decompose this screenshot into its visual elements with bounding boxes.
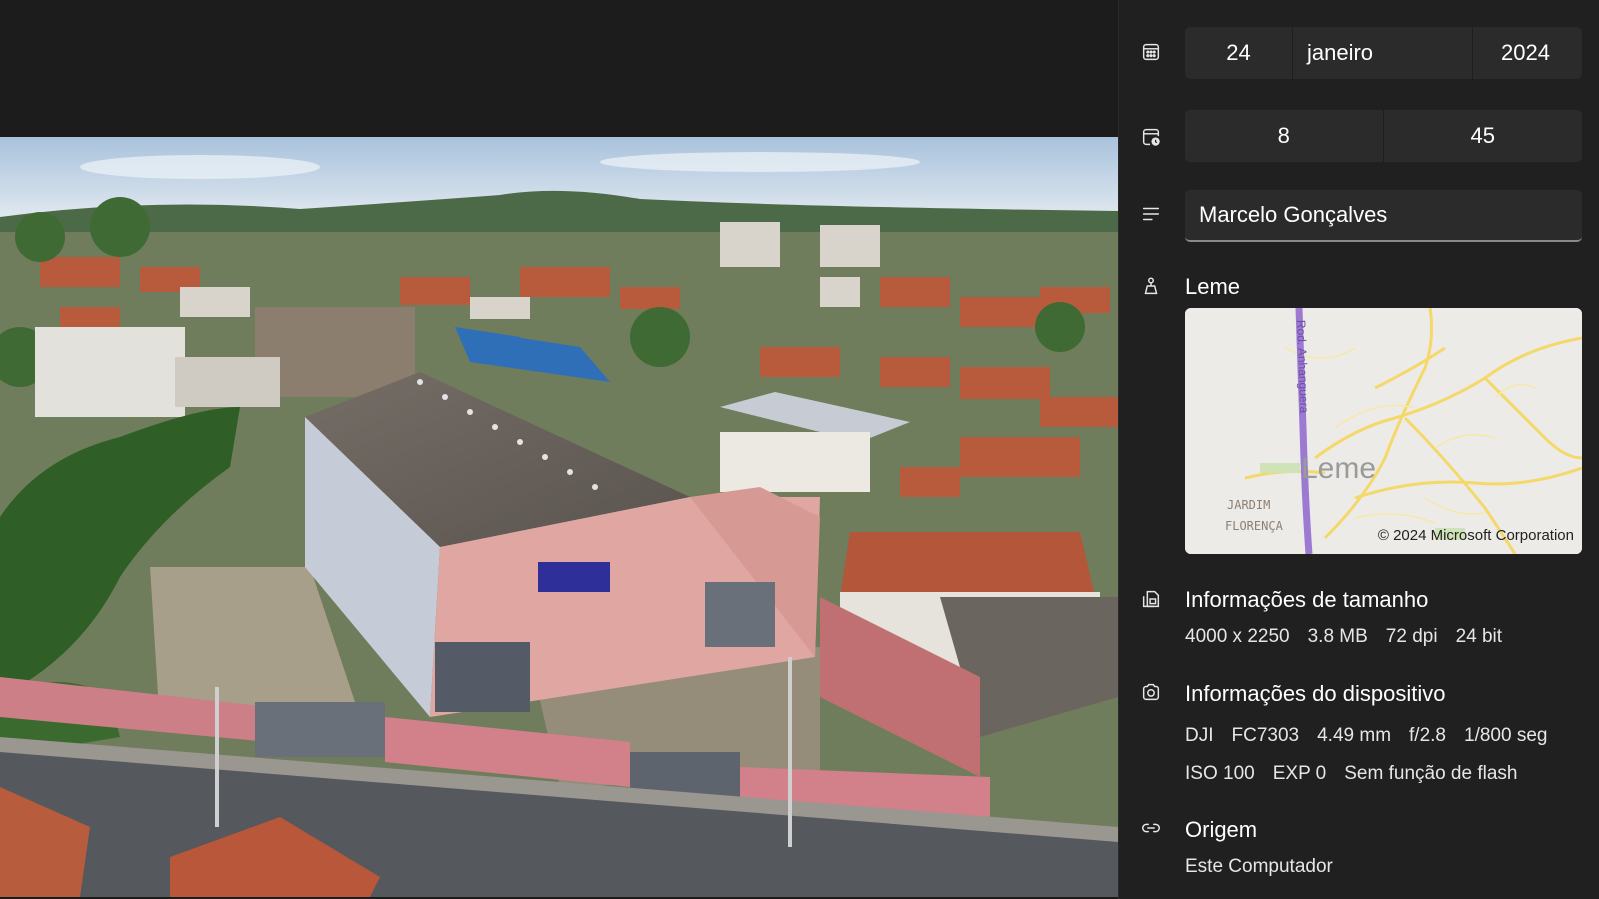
- camera-model: FC7303: [1231, 725, 1300, 746]
- date-month[interactable]: janeiro: [1293, 27, 1473, 79]
- origin-title: Origem: [1185, 817, 1258, 842]
- map-district-line-2: FLORENÇA: [1225, 519, 1284, 533]
- exposure-value: EXP 0: [1272, 763, 1327, 784]
- calendar-clock-icon: [1139, 125, 1163, 149]
- origin-value: Este Computador: [1185, 856, 1333, 877]
- file-info-pane: 24 janeiro 2024 8 45 Marcelo Gonçalves L…: [1118, 0, 1599, 899]
- date-year[interactable]: 2024: [1473, 27, 1578, 79]
- focal-length: 4.49 mm: [1317, 725, 1392, 746]
- photo-viewer: [0, 0, 1118, 899]
- aperture: f/2.8: [1409, 725, 1447, 746]
- link-icon: [1139, 816, 1163, 840]
- date-picker[interactable]: 24 janeiro 2024: [1185, 27, 1582, 79]
- image-size-icon: [1139, 587, 1163, 611]
- caption-input[interactable]: Marcelo Gonçalves: [1185, 190, 1582, 242]
- flash-info: Sem função de flash: [1344, 763, 1518, 784]
- image-dpi: 72 dpi: [1385, 626, 1438, 647]
- file-size: 3.8 MB: [1307, 626, 1368, 647]
- photo[interactable]: [0, 137, 1118, 897]
- device-info-line-1: DJI FC7303 4.49 mm f/2.8 1/800 seg: [1185, 725, 1547, 747]
- time-picker[interactable]: 8 45: [1185, 110, 1582, 162]
- device-info-title: Informações do dispositivo: [1185, 681, 1446, 706]
- camera-make: DJI: [1185, 725, 1214, 746]
- calendar-icon: [1139, 40, 1163, 64]
- map-city-label: Leme: [1301, 452, 1376, 485]
- camera-icon: [1139, 680, 1163, 704]
- size-info-values: 4000 x 2250 3.8 MB 72 dpi 24 bit: [1185, 626, 1502, 648]
- location-map[interactable]: Rod. Anhanguera Leme JARDIM FLORENÇA © 2…: [1185, 308, 1582, 554]
- device-info-line-2: ISO 100 EXP 0 Sem função de flash: [1185, 763, 1517, 785]
- map-district-line-1: JARDIM: [1227, 498, 1270, 512]
- time-minute[interactable]: 45: [1384, 110, 1583, 162]
- location-name: Leme: [1185, 274, 1241, 299]
- caption-lines-icon: [1139, 202, 1163, 226]
- map-roads: Rod. Anhanguera Leme JARDIM FLORENÇA: [1185, 308, 1582, 554]
- aerial-photo-illustration: [0, 137, 1118, 897]
- size-info-title: Informações de tamanho: [1185, 587, 1429, 612]
- date-day[interactable]: 24: [1185, 27, 1293, 79]
- location-person-icon: [1139, 274, 1163, 298]
- bit-depth: 24 bit: [1455, 626, 1503, 647]
- map-copyright: © 2024 Microsoft Corporation: [1377, 527, 1574, 544]
- image-dimensions: 4000 x 2250: [1185, 626, 1290, 647]
- time-hour[interactable]: 8: [1185, 110, 1384, 162]
- shutter-speed: 1/800 seg: [1464, 725, 1548, 746]
- iso-value: ISO 100: [1185, 763, 1255, 784]
